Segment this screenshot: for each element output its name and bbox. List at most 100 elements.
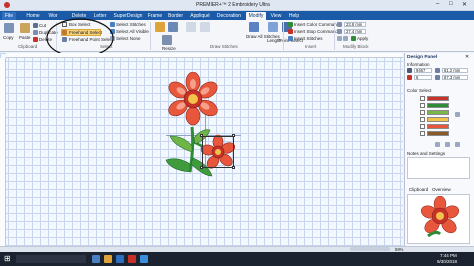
window-title: PREMIER+™ 2 Embroidery Ultra <box>196 2 270 8</box>
color-swatch[interactable] <box>427 96 449 101</box>
app-icon <box>4 2 10 8</box>
tool-icon[interactable] <box>455 142 460 147</box>
color-checkbox[interactable] <box>420 96 425 101</box>
duplicate-icon <box>33 30 38 35</box>
clock-time: 7:44 PM <box>440 253 457 258</box>
selection-handle[interactable] <box>232 166 235 169</box>
tab-home[interactable]: Home <box>24 12 42 20</box>
tab-view[interactable]: View <box>269 12 283 20</box>
height-field[interactable]: 27.4 mm <box>344 29 366 34</box>
resize-icon <box>162 35 172 45</box>
color-checkbox[interactable] <box>420 110 425 115</box>
panel-title: Design Panel <box>407 55 438 60</box>
delete-icon <box>33 37 38 42</box>
color-icon <box>155 22 165 32</box>
copy-button[interactable]: Copy <box>3 35 14 40</box>
title-bar: PREMIER+™ 2 Embroidery Ultra – □ ✕ <box>0 0 474 11</box>
selection-handle[interactable] <box>200 134 203 137</box>
separator <box>283 22 284 50</box>
tab-frame[interactable]: Frame <box>147 12 163 20</box>
tab-help[interactable]: Help <box>287 12 301 20</box>
panel-close-icon[interactable]: ✕ <box>465 54 469 60</box>
tool-icon[interactable] <box>435 142 440 147</box>
color-checkbox[interactable] <box>420 124 425 129</box>
apply-icon <box>351 36 356 41</box>
information-heading: Information <box>407 62 430 67</box>
draw-all-stitches-icon <box>249 22 259 32</box>
color-checkbox[interactable] <box>420 103 425 108</box>
color-swatch[interactable] <box>427 117 449 122</box>
design-height: 87.3 mm <box>442 75 468 80</box>
clock-date: 9/30/2018 <box>437 259 458 264</box>
design-width: 61.2 mm <box>442 68 468 73</box>
height-measure-icon <box>435 75 440 80</box>
selection-handle[interactable] <box>232 134 235 137</box>
draw-group-label: Draw Stitches <box>210 44 238 49</box>
color-swatch[interactable] <box>427 110 449 115</box>
tab-clipboard[interactable]: Clipboard <box>409 187 428 192</box>
tab-overview[interactable]: Overview <box>432 187 451 192</box>
copy-icon <box>4 23 14 33</box>
resize-label[interactable]: Resize <box>162 46 176 51</box>
width-measure-icon <box>435 68 440 73</box>
insert-stitches-icon <box>288 36 293 41</box>
insert-stitches-button[interactable]: Insert Stitches <box>294 36 323 41</box>
color-option-icon[interactable] <box>455 112 460 117</box>
clipboard-flower-thumbnail <box>420 196 460 238</box>
maximize-button[interactable]: □ <box>449 1 453 7</box>
notes-area[interactable] <box>407 157 470 179</box>
tab-file[interactable]: File <box>2 12 16 20</box>
tab-superdesign[interactable]: SuperDesign <box>113 12 143 20</box>
select-all-visible-button[interactable]: Select All Visible <box>116 29 149 34</box>
selection-box[interactable] <box>202 136 234 168</box>
tab-modify[interactable]: Modify <box>246 12 266 20</box>
stitch-icon <box>168 22 178 32</box>
separator <box>334 22 335 50</box>
clipboard-group-label: Clipboard <box>18 44 38 49</box>
mirror-icon <box>343 36 348 41</box>
length-icon <box>268 22 278 32</box>
insert-color-command-button[interactable]: Insert Color Command <box>294 22 339 27</box>
rotate-icon <box>337 36 342 41</box>
task-view-icon[interactable] <box>92 255 100 263</box>
embroidery-app-icon[interactable] <box>128 255 136 263</box>
close-button[interactable]: ✕ <box>462 1 467 8</box>
tool-icon[interactable] <box>445 142 450 147</box>
edge-icon[interactable] <box>116 255 124 263</box>
insert-stop-command-button[interactable]: Insert Stop Command <box>294 29 338 34</box>
color-checkbox[interactable] <box>420 131 425 136</box>
height-icon <box>337 29 342 34</box>
store-icon[interactable] <box>140 255 148 263</box>
insert-stop-icon <box>288 29 293 34</box>
file-explorer-icon[interactable] <box>104 255 112 263</box>
notes-settings-heading: Notes and Settings <box>407 151 446 156</box>
color-checkbox[interactable] <box>420 117 425 122</box>
color-count-icon <box>407 75 412 80</box>
stitch-pattern-icon <box>200 22 210 32</box>
taskbar-search-box[interactable] <box>16 255 86 263</box>
select-stitches-button[interactable]: Select Stitches <box>116 22 146 27</box>
tab-decoration[interactable]: Decoration <box>215 12 243 20</box>
color-swatch[interactable] <box>427 131 449 136</box>
start-icon[interactable]: ⊞ <box>4 255 12 263</box>
tab-border[interactable]: Border <box>167 12 184 20</box>
paste-button[interactable]: Paste <box>19 35 31 40</box>
separator <box>150 22 151 50</box>
tab-applique[interactable]: Appliqué <box>189 12 211 20</box>
color-swatch[interactable] <box>427 103 449 108</box>
stitch-grid-icon <box>186 22 196 32</box>
select-none-button[interactable]: Select None <box>116 36 141 41</box>
insert-color-icon <box>288 22 293 27</box>
color-swatch[interactable] <box>427 124 449 129</box>
apply-button[interactable]: Apply <box>357 36 368 41</box>
modify-block-group-label: Modify Block <box>343 44 369 49</box>
cut-icon <box>33 23 38 28</box>
width-field[interactable]: 23.8 mm <box>344 22 366 27</box>
insert-group-label: Insert <box>305 44 317 49</box>
zoom-slider[interactable] <box>350 247 390 251</box>
width-icon <box>337 22 342 27</box>
stitch-count-icon <box>407 68 412 73</box>
minimize-button[interactable]: – <box>436 1 439 7</box>
top-ruler <box>6 53 403 58</box>
selection-handle[interactable] <box>200 166 203 169</box>
